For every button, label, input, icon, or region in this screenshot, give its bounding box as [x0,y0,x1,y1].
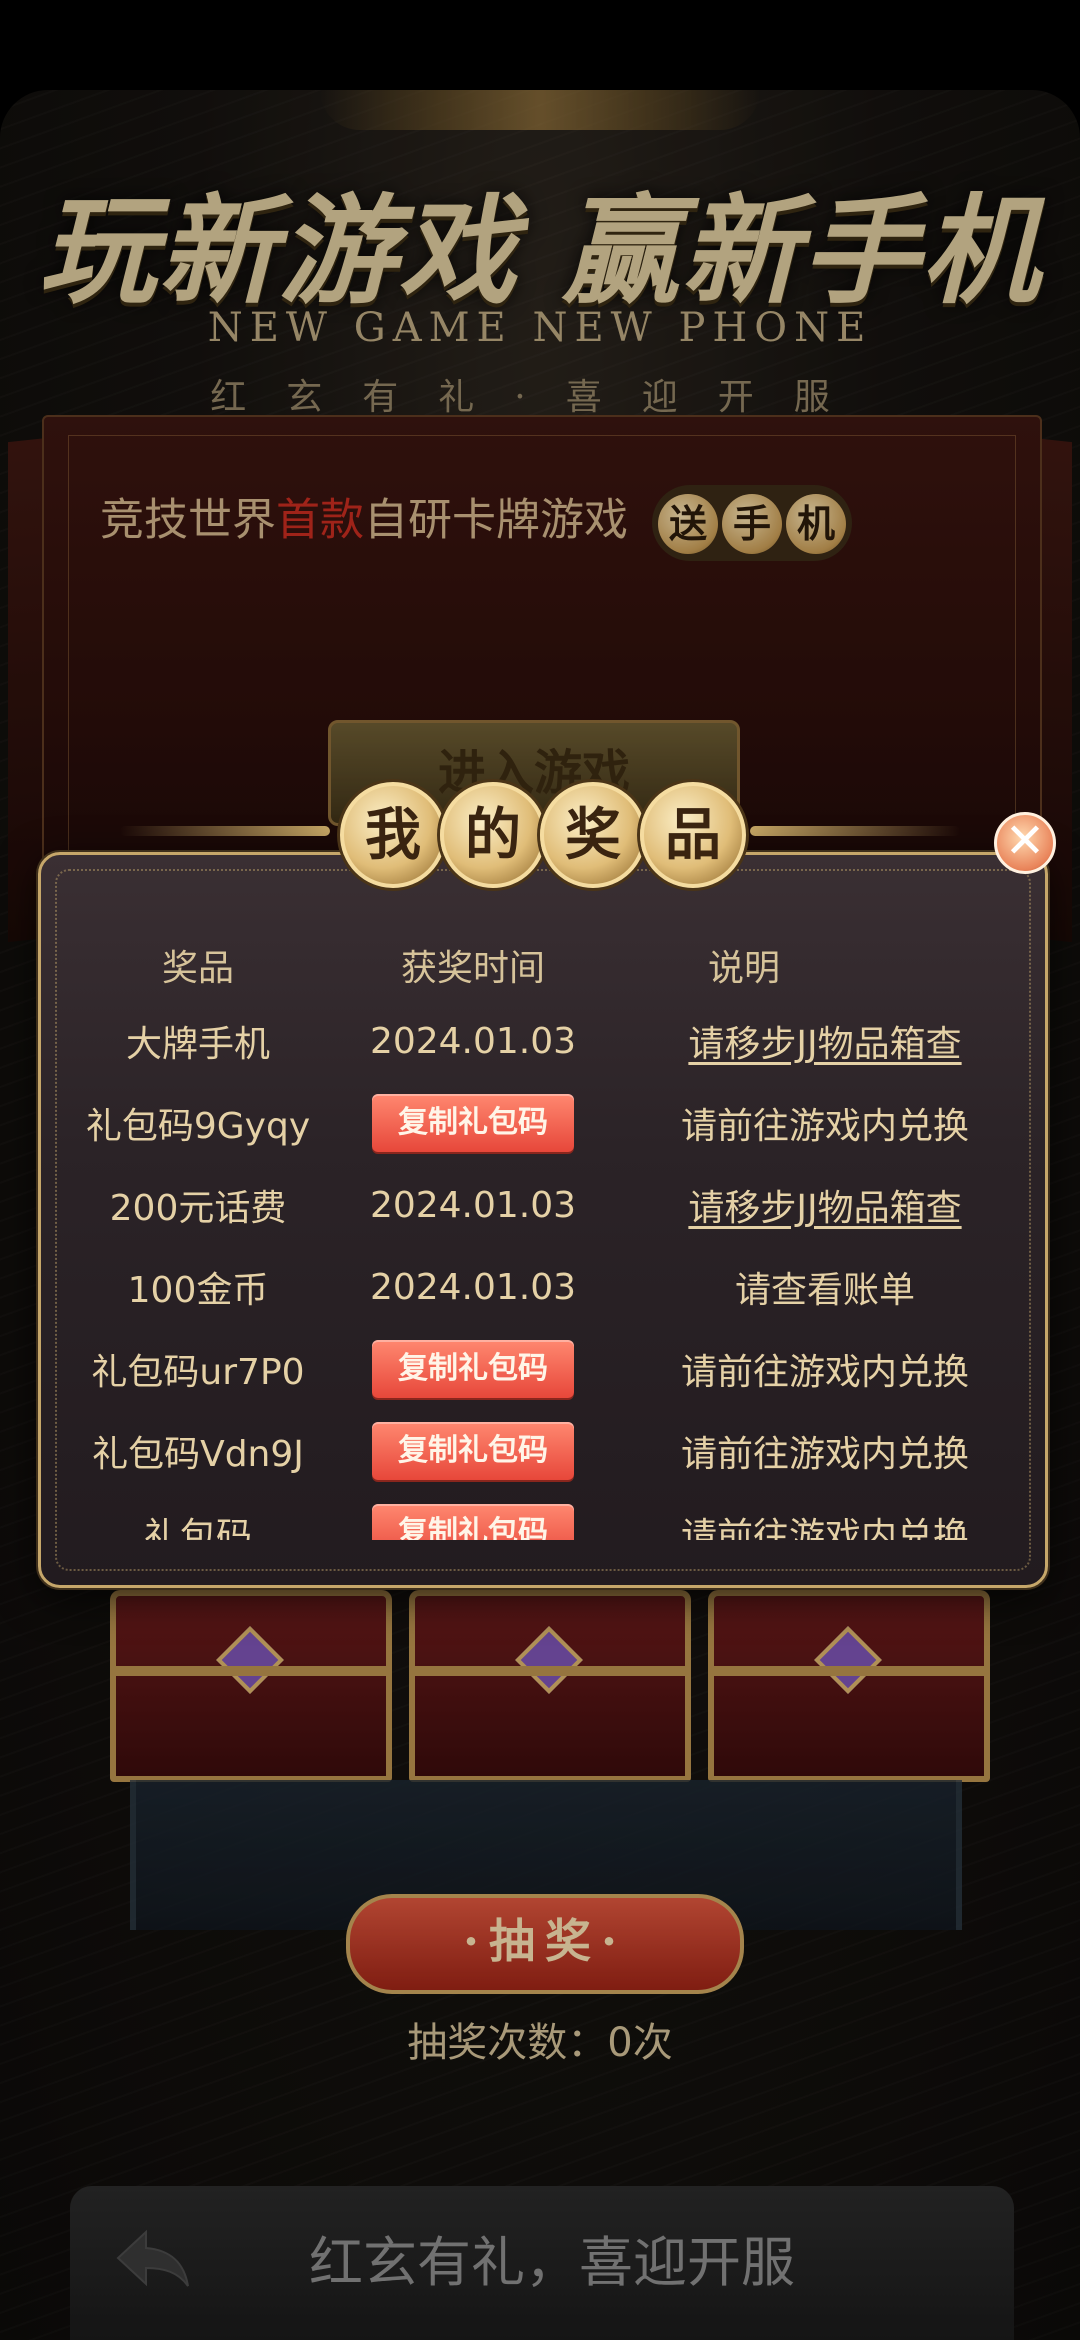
table-row: 礼包码Vdn9J 复制礼包码 请前往游戏内兑换 [38,1410,1042,1492]
prize-name: 礼包码9Gyqy [85,1106,311,1147]
table-row: 100金币 2024.01.03 请查看账单 [38,1246,1042,1328]
prize-table: 奖品 获奖时间 说明 大牌手机 2024.01.03 请移步JJ物品箱查 礼包码9Gy… [38,930,1042,1540]
table-row: 200元话费 2024.01.03 请移步JJ物品箱查 [38,1164,1042,1246]
table-header: 奖品 获奖时间 说明 [38,930,1042,1000]
prize-name: 礼包码Vdn9J [92,1434,304,1475]
prize-note: 请查看账单 [734,1270,915,1311]
prize-time-cell: 复制礼包码 [338,1422,608,1480]
modal-ornament-right [750,826,960,836]
prize-time-cell: 复制礼包码 [338,1340,608,1398]
prize-note: 请前往游戏内兑换 [680,1352,969,1393]
prize-name: 100金币 [127,1270,269,1311]
prize-name: 礼包码ur7P0 [91,1352,305,1393]
title-coin: 奖 [540,782,646,888]
prize-name: 200元话费 [109,1188,287,1229]
modal-title: 我 的 奖 品 [340,782,746,892]
table-body[interactable]: 大牌手机 2024.01.03 请移步JJ物品箱查 礼包码9Gyqy 复制礼包码 请前往游… [38,1000,1042,1540]
prize-time: 2024.01.03 [369,1184,577,1226]
copy-code-button[interactable]: 复制礼包码 [372,1094,574,1152]
copy-code-button[interactable]: 复制礼包码 [372,1340,574,1398]
title-coin: 我 [340,782,446,888]
prize-time: 2024.01.03 [369,1266,577,1308]
table-row: 礼包码ur7P0 复制礼包码 请前往游戏内兑换 [38,1328,1042,1410]
prize-name: 礼包码 [143,1516,252,1540]
column-header-time: 获奖时间 [400,948,545,989]
modal-ornament-left [120,826,330,836]
prize-note: 请前往游戏内兑换 [680,1516,969,1540]
prize-time: 2024.01.03 [369,1020,577,1062]
close-icon[interactable]: ✕ [994,812,1056,874]
prize-note: 请前往游戏内兑换 [680,1106,969,1147]
prize-note-link[interactable]: 请移步JJ物品箱查 [608,1179,1042,1231]
table-row: 大牌手机 2024.01.03 请移步JJ物品箱查 [38,1000,1042,1082]
table-row: 礼包码 复制礼包码 请前往游戏内兑换 [38,1492,1042,1540]
column-header-prize: 奖品 [161,948,234,989]
prize-time-cell: 复制礼包码 [338,1504,608,1540]
table-row: 礼包码9Gyqy 复制礼包码 请前往游戏内兑换 [38,1082,1042,1164]
copy-code-button[interactable]: 复制礼包码 [372,1422,574,1480]
column-header-note: 说明 [708,948,781,989]
prize-name: 大牌手机 [125,1024,270,1065]
title-coin: 品 [640,782,746,888]
prize-note: 请前往游戏内兑换 [680,1434,969,1475]
prize-time-cell: 复制礼包码 [338,1094,608,1152]
copy-code-button[interactable]: 复制礼包码 [372,1504,574,1540]
title-coin: 的 [440,782,546,888]
prize-note-link[interactable]: 请移步JJ物品箱查 [608,1015,1042,1067]
